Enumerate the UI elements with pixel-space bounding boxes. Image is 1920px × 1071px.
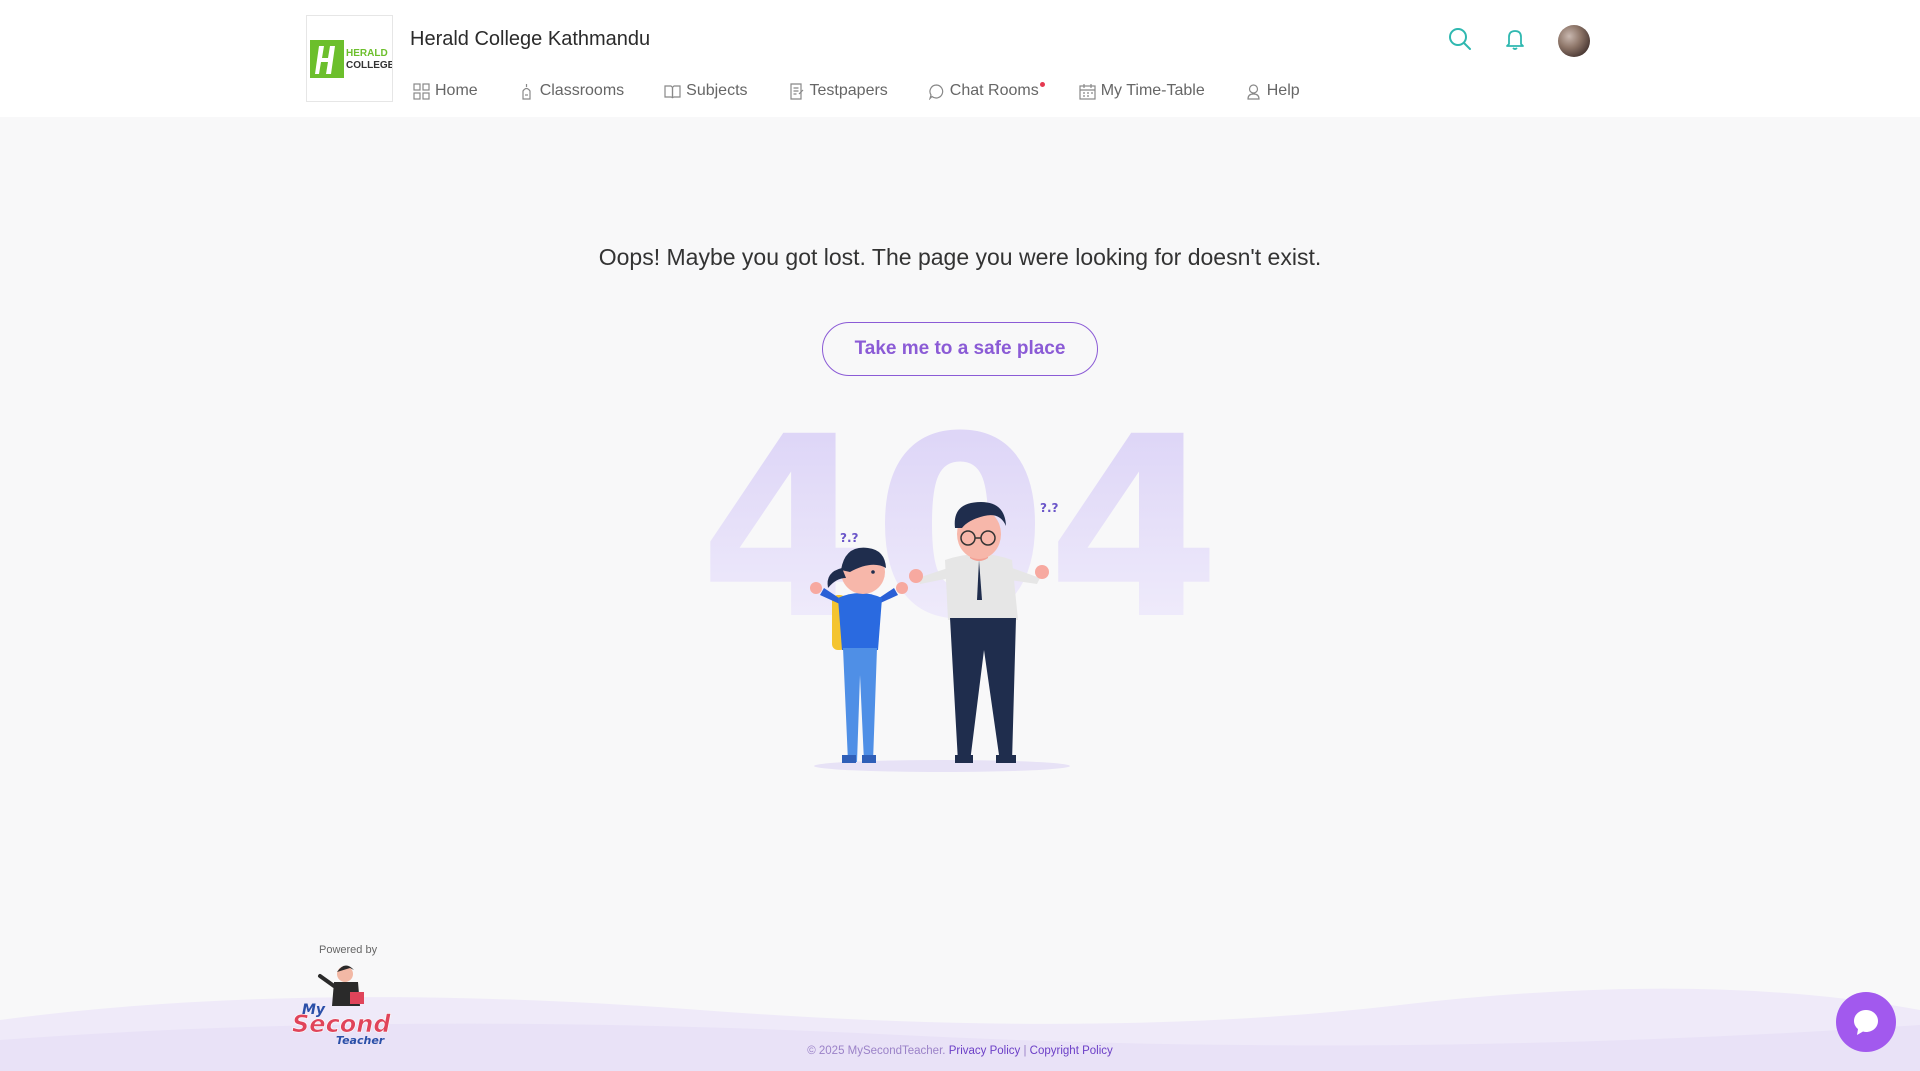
nav-label: Classrooms: [539, 82, 625, 99]
privacy-policy-link[interactable]: Privacy Policy: [949, 1045, 1021, 1057]
calendar-icon: [1079, 83, 1096, 100]
nav-label: Testpapers: [809, 82, 888, 99]
mysecondteacher-logo[interactable]: My Second Teacher: [290, 958, 408, 1046]
book-icon: [664, 84, 681, 98]
bell-icon[interactable]: [1503, 27, 1527, 51]
nav-item-testpapers[interactable]: Testpapers: [788, 80, 888, 102]
nav-label: Home: [435, 82, 478, 99]
school-name: Herald College Kathmandu: [410, 28, 651, 50]
notification-dot: [1039, 82, 1045, 87]
nav-item-home[interactable]: Home: [413, 80, 478, 102]
grid-icon: [413, 82, 430, 100]
logo-text-bottom: COLLEGE: [346, 60, 392, 71]
main-nav: Home Classrooms Subjects Testpapers Chat…: [413, 80, 1300, 102]
footer-copyright: © 2025 MySecondTeacher. Privacy Policy |…: [0, 1045, 1920, 1057]
avatar[interactable]: [1558, 25, 1590, 57]
search-icon[interactable]: [1448, 27, 1472, 51]
footer-separator: |: [1023, 1045, 1027, 1057]
nav-label: Subjects: [686, 82, 748, 99]
top-header: HERALD COLLEGE Herald College Kathmandu …: [0, 0, 1920, 117]
nav-item-timetable[interactable]: My Time-Table: [1079, 80, 1205, 102]
nav-item-help[interactable]: Help: [1245, 80, 1300, 102]
nav-label: Help: [1266, 82, 1300, 99]
copyright-text: © 2025 MySecondTeacher.: [807, 1045, 946, 1057]
chat-icon: [928, 83, 944, 100]
nav-item-subjects[interactable]: Subjects: [664, 80, 748, 102]
error-message: Oops! Maybe you got lost. The page you w…: [598, 244, 1322, 270]
testpaper-icon: [789, 82, 803, 100]
logo-text-top: HERALD: [346, 48, 388, 59]
nav-label: My Time-Table: [1100, 82, 1205, 99]
copyright-policy-link[interactable]: Copyright Policy: [1030, 1045, 1113, 1057]
herald-logo-icon: HERALD COLLEGE: [309, 39, 392, 78]
svg-text:?.?: ?.?: [1040, 501, 1059, 515]
help-icon: [1247, 83, 1260, 100]
nav-item-chat-rooms[interactable]: Chat Rooms: [928, 80, 1045, 102]
chat-bubble-icon: [1854, 1010, 1878, 1035]
chat-widget-button[interactable]: [1836, 992, 1896, 1052]
lost-404-illustration: 404 ?.? ?.?: [700, 400, 1220, 772]
footer-waves: [0, 988, 1920, 1071]
powered-by-label: Powered by: [319, 944, 378, 956]
svg-text:?.?: ?.?: [840, 531, 859, 545]
nav-label: Chat Rooms: [949, 82, 1039, 99]
nav-item-classrooms[interactable]: Classrooms: [518, 80, 624, 102]
safe-place-button[interactable]: Take me to a safe place: [822, 322, 1098, 376]
college-logo[interactable]: HERALD COLLEGE: [306, 15, 393, 102]
classroom-icon: [522, 83, 531, 100]
